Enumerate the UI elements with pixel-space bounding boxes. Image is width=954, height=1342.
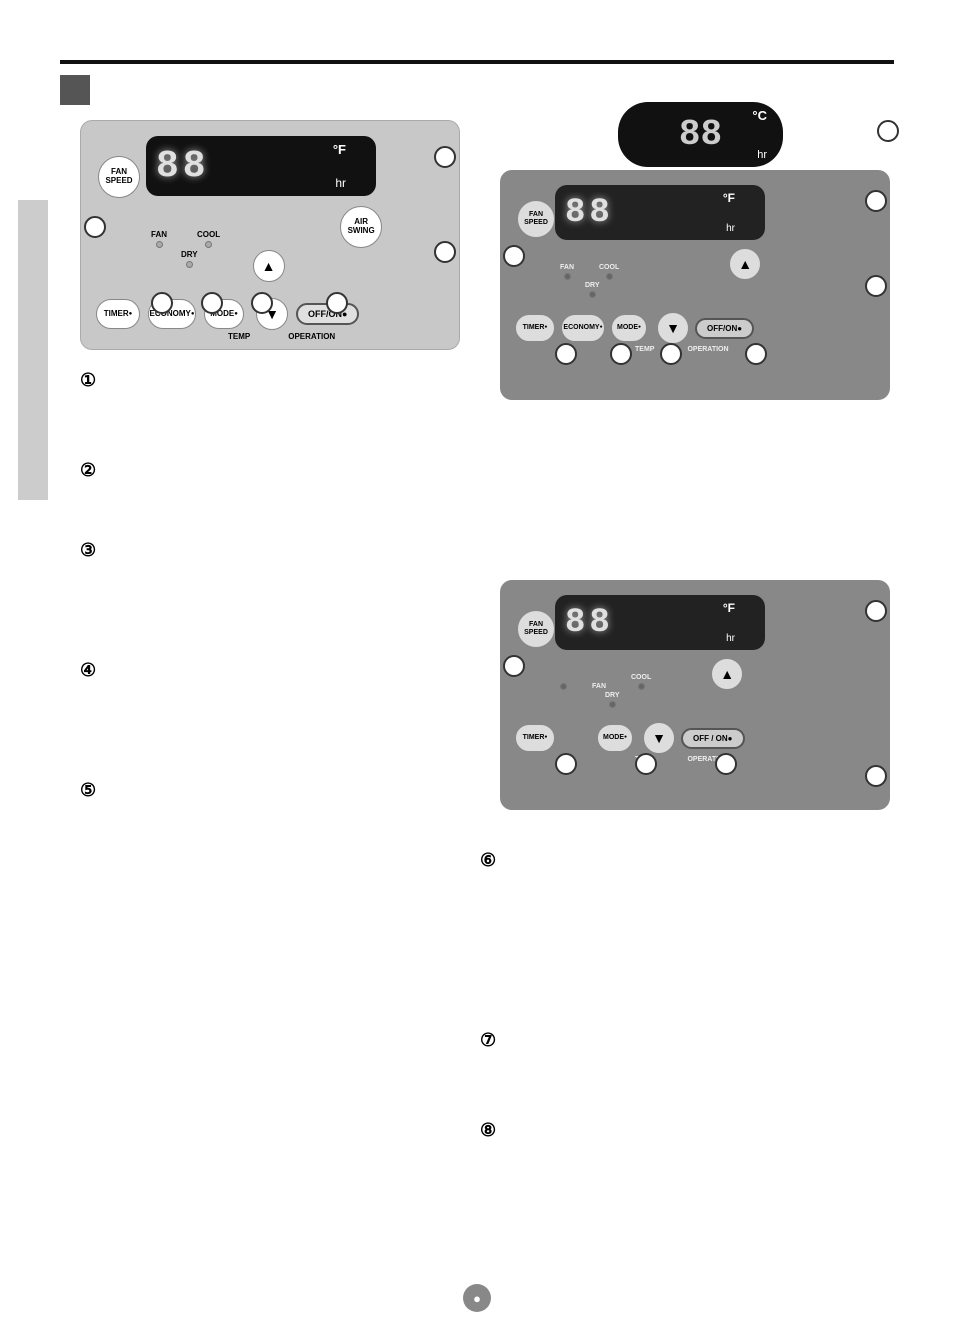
panel-1: 88 °F hr FAN SPEED FAN COOL AIRSWING DRY (80, 120, 460, 350)
panel1-callout-bottom-1 (151, 292, 173, 314)
top-bar (60, 60, 894, 64)
item5-number: ⑤ (80, 780, 96, 801)
panel1-cool-indicator-group: COOL (197, 230, 220, 248)
panel2-callout-rm (865, 275, 887, 297)
panel2-dry-dot (589, 291, 596, 298)
panel2-fan-group: FAN (560, 264, 574, 280)
panel2-callout-b2 (610, 343, 632, 365)
panel1-callout-bottom-2 (201, 292, 223, 314)
panel1-cool-dot (205, 241, 212, 248)
panel1-callout-bottom-3 (251, 292, 273, 314)
panel1-dry-dot (186, 261, 193, 268)
celsius-bubble: 88 °C hr (618, 102, 783, 167)
panel3-fan-label-group: FAN (592, 683, 606, 690)
panel1-callout-bottom-4 (326, 292, 348, 314)
section-tab (60, 75, 90, 105)
panel3-fan-dot (560, 683, 567, 690)
celsius-digits: 88 (679, 114, 722, 155)
panel2-digits: 88 (555, 188, 624, 238)
panel2-fan-speed-button[interactable]: FAN SPEED (517, 200, 555, 238)
panel1-fan-dot (156, 241, 163, 248)
panel2-offon-button[interactable]: OFF/ON● (695, 318, 754, 339)
panel2-cool-group: COOL (599, 264, 619, 280)
item1-number: ① (80, 370, 96, 391)
panel1-callout-top-right (434, 146, 456, 168)
panel3-fan-group (560, 683, 567, 690)
panel-1-inner: 88 °F hr FAN SPEED FAN COOL AIRSWING DRY (96, 136, 444, 334)
panel2-fan-dot (564, 273, 571, 280)
panel-3-inner: 88 °F hr FAN SPEED FAN COOL ▲ DRY (515, 595, 875, 795)
item3-number: ③ (80, 540, 96, 561)
panel3-timer-button[interactable]: TIMER● (515, 724, 555, 752)
panel2-callout-b1 (555, 343, 577, 365)
item6-number: ⑥ (480, 850, 496, 871)
panel2-callout-tr (865, 190, 887, 212)
panel1-dry-indicator-group: DRY (181, 250, 198, 268)
panel3-mode-button[interactable]: MODE● (597, 724, 633, 752)
panel1-air-swing-button[interactable]: AIRSWING (340, 206, 382, 248)
item7-number: ⑦ (480, 1030, 496, 1051)
panel-2: 88 °F hr FAN SPEED FAN COOL ▲ DRY (500, 170, 890, 400)
panel2-unit: °F (723, 191, 735, 205)
panel1-callout-right-middle (434, 241, 456, 263)
panel2-mode-button[interactable]: MODE● (611, 314, 647, 342)
panel1-hr: hr (335, 176, 346, 190)
panel1-operation-label: OPERATION (288, 332, 335, 341)
panel1-fan-indicator-group: FAN (151, 230, 167, 248)
panel2-operation-label: OPERATION (687, 346, 728, 353)
panel2-hr: hr (726, 223, 735, 234)
panel2-down-button[interactable]: ▼ (657, 312, 689, 344)
panel3-hr: hr (726, 633, 735, 644)
item2-number: ② (80, 460, 96, 481)
panel2-up-button[interactable]: ▲ (729, 248, 761, 280)
panel2-timer-button[interactable]: TIMER● (515, 314, 555, 342)
panel3-callout-b3 (715, 753, 737, 775)
panel3-callout-left (503, 655, 525, 677)
panel3-callout-b2 (635, 753, 657, 775)
panel2-dry-group: DRY (585, 282, 600, 298)
panel-2-inner: 88 °F hr FAN SPEED FAN COOL ▲ DRY (515, 185, 875, 385)
panel1-temp-label: TEMP (228, 332, 250, 341)
panel2-callout-b4 (745, 343, 767, 365)
item8-number: ⑧ (480, 1120, 496, 1141)
panel2-cool-dot (606, 273, 613, 280)
panel3-callout-rm (865, 765, 887, 787)
celsius-hr: hr (757, 149, 767, 161)
page-number: ● (463, 1284, 491, 1312)
panel3-down-button[interactable]: ▼ (643, 722, 675, 754)
panel3-unit: °F (723, 601, 735, 615)
panel3-cool-group: COOL (631, 674, 651, 690)
panel3-digits: 88 (555, 598, 624, 648)
panel1-up-button[interactable]: ▲ (253, 250, 285, 282)
panel3-fan-speed-button[interactable]: FAN SPEED (517, 610, 555, 648)
item4-number: ④ (80, 660, 96, 681)
panel1-fan-speed-button[interactable]: FAN SPEED (98, 156, 140, 198)
panel1-callout-left-middle (84, 216, 106, 238)
panel3-dry-group: DRY (605, 692, 875, 708)
panel2-callout-b3 (660, 343, 682, 365)
panel2-economy-button[interactable]: ECONOMY● (561, 314, 605, 342)
panel1-unit: °F (333, 142, 346, 157)
panel3-callout-b1 (555, 753, 577, 775)
celsius-callout (877, 120, 899, 142)
panel3-up-button[interactable]: ▲ (711, 658, 743, 690)
panel2-temp-label: TEMP (635, 346, 654, 353)
vertical-label (18, 200, 48, 500)
panel3-cool-dot (638, 683, 645, 690)
panel1-timer-button[interactable]: TIMER● (96, 299, 140, 329)
celsius-unit: °C (752, 108, 767, 123)
panel3-callout-tr (865, 600, 887, 622)
panel-3: 88 °F hr FAN SPEED FAN COOL ▲ DRY (500, 580, 890, 810)
panel2-callout-left (503, 245, 525, 267)
panel1-digits: 88 (146, 139, 220, 194)
panel3-offon-button[interactable]: OFF / ON● (681, 728, 745, 749)
